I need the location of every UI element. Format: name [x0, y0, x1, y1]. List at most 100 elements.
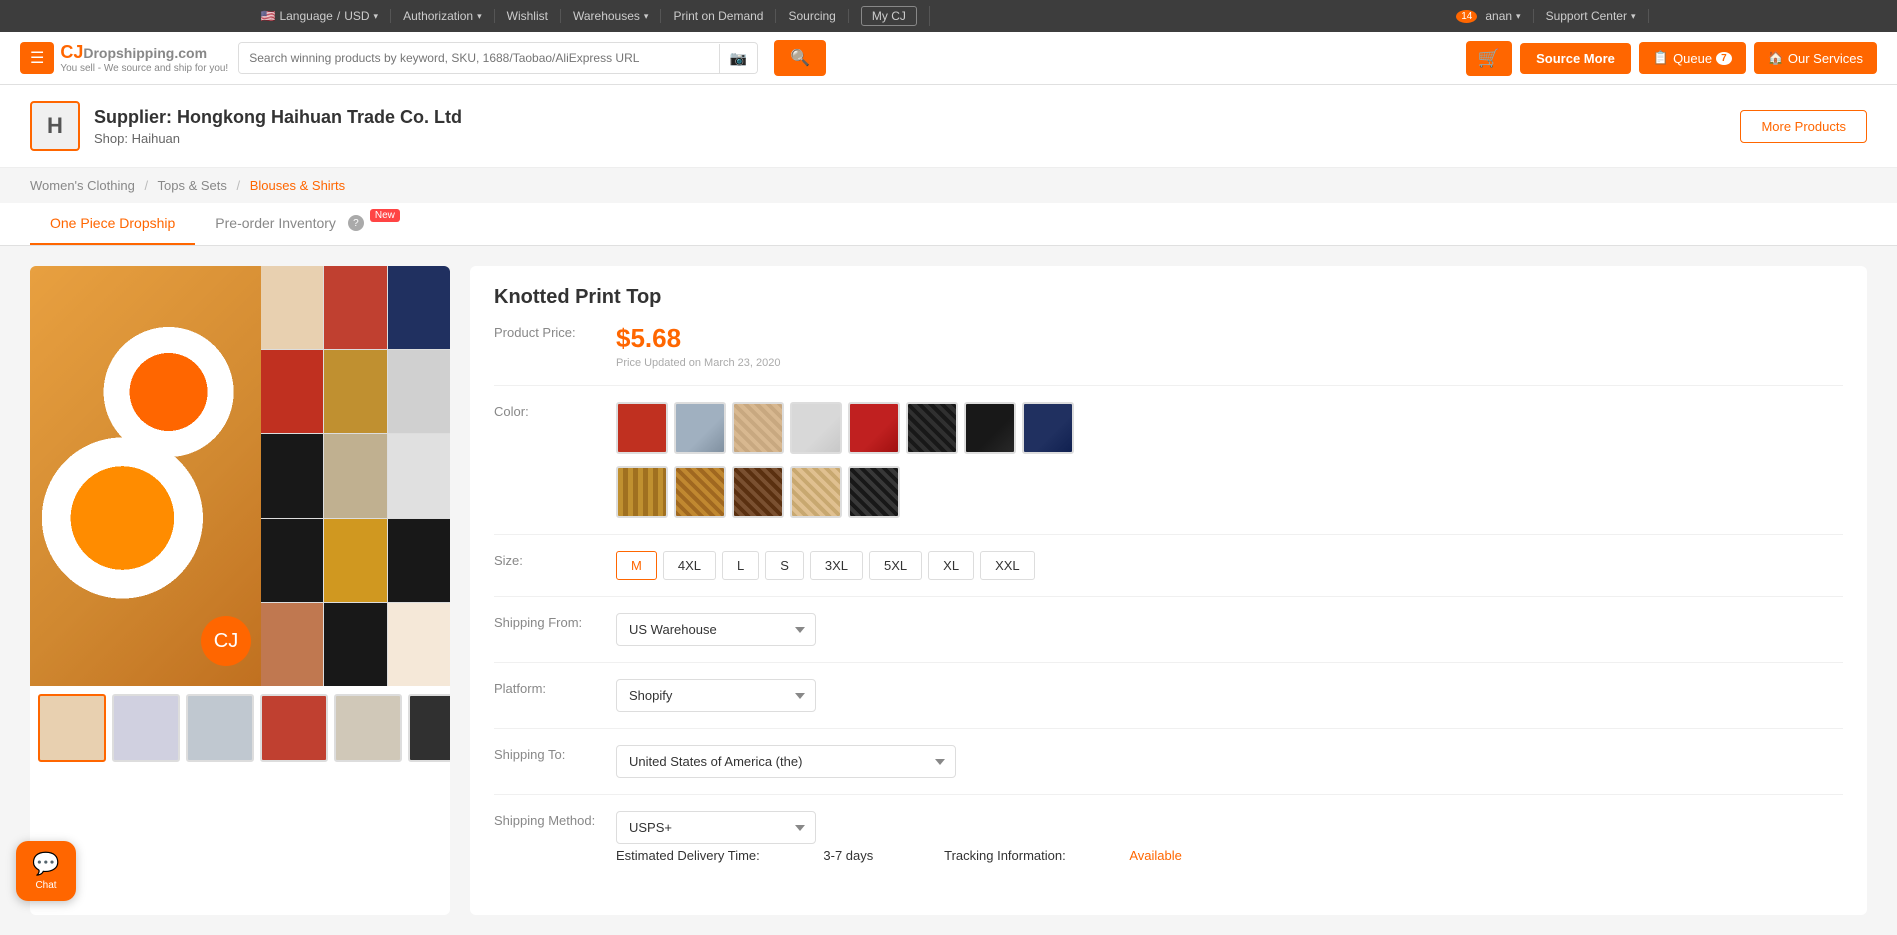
- size-btn-3XL[interactable]: 3XL: [810, 551, 863, 580]
- main-content: CJ: [0, 246, 1897, 935]
- shipping-from-value: US Warehouse CN Warehouse: [616, 613, 1843, 646]
- shipping-from-row: Shipping From: US Warehouse CN Warehouse: [494, 613, 1843, 663]
- color-value: [616, 402, 1843, 518]
- size-btn-S[interactable]: S: [765, 551, 804, 580]
- more-products-button[interactable]: More Products: [1740, 110, 1867, 143]
- shipping-method-row: Shipping Method: USPS+ ePacket CJPacket …: [494, 811, 1843, 879]
- camera-search-button[interactable]: 📷: [719, 44, 757, 73]
- mycj-button[interactable]: My CJ: [849, 6, 930, 26]
- tab-pre-order-inventory[interactable]: Pre-order Inventory New ?: [195, 203, 396, 245]
- print-on-demand-link[interactable]: Print on Demand: [661, 9, 776, 23]
- shipping-from-select[interactable]: US Warehouse CN Warehouse: [616, 613, 816, 646]
- main-product-image: CJ: [30, 266, 450, 686]
- tracking-label: Tracking Information:: [944, 848, 1066, 863]
- warehouses-label: Warehouses: [573, 9, 640, 23]
- size-btn-M[interactable]: M: [616, 551, 657, 580]
- language-selector[interactable]: 🇺🇸 Language / USD ▾: [249, 9, 392, 23]
- breadcrumb-separator: /: [144, 178, 148, 193]
- help-icon[interactable]: ?: [348, 215, 364, 231]
- product-grid-thumbs: [261, 266, 450, 686]
- color-swatch-11[interactable]: [732, 466, 784, 518]
- grid-thumb: [261, 434, 323, 517]
- thumbnail-6[interactable]: [408, 694, 450, 762]
- color-swatch-2[interactable]: [674, 402, 726, 454]
- search-button[interactable]: 🔍: [774, 40, 826, 76]
- search-bar: 📷: [238, 42, 758, 74]
- thumbnail-3[interactable]: [186, 694, 254, 762]
- tab-one-piece-dropship[interactable]: One Piece Dropship: [30, 203, 195, 245]
- source-more-button[interactable]: Source More: [1520, 43, 1631, 74]
- size-btn-5XL[interactable]: 5XL: [869, 551, 922, 580]
- breadcrumb: Women's Clothing / Tops & Sets / Blouses…: [0, 168, 1897, 203]
- color-swatch-9[interactable]: [616, 466, 668, 518]
- size-btn-4XL[interactable]: 4XL: [663, 551, 716, 580]
- color-swatch-8[interactable]: [1022, 402, 1074, 454]
- services-icon: 🏠: [1768, 50, 1784, 66]
- supplier-shop: Shop: Haihuan: [94, 131, 462, 146]
- size-row: Size: M 4XL L S 3XL 5XL XL XXL: [494, 551, 1843, 597]
- support-center-label: Support Center: [1546, 9, 1627, 23]
- chevron-down-icon: ▾: [644, 11, 649, 22]
- color-swatch-7[interactable]: [964, 402, 1016, 454]
- breadcrumb-item-womens-clothing[interactable]: Women's Clothing: [30, 178, 135, 193]
- logo-cj: CJ: [60, 42, 83, 62]
- search-input[interactable]: [239, 43, 719, 73]
- chevron-down-icon: ▾: [374, 11, 379, 22]
- color-swatch-6[interactable]: [906, 402, 958, 454]
- chat-widget[interactable]: 💬 Chat: [16, 841, 76, 901]
- product-tabs: One Piece Dropship Pre-order Inventory N…: [0, 203, 1897, 246]
- color-swatch-13[interactable]: [848, 466, 900, 518]
- color-swatch-3[interactable]: [732, 402, 784, 454]
- authorization-menu[interactable]: Authorization ▾: [391, 9, 495, 23]
- grid-thumb: [261, 350, 323, 433]
- our-services-button[interactable]: 🏠 Our Services: [1754, 42, 1877, 74]
- thumbnail-2[interactable]: [112, 694, 180, 762]
- color-swatch-1[interactable]: [616, 402, 668, 454]
- header-actions: 🛒 Source More 📋 Queue 7 🏠 Our Services: [1466, 41, 1877, 76]
- color-row: Color:: [494, 402, 1843, 535]
- size-btn-L[interactable]: L: [722, 551, 759, 580]
- logo-text: CJDropshipping.com: [60, 42, 207, 62]
- grid-thumb: [261, 266, 323, 349]
- color-swatch-5[interactable]: [848, 402, 900, 454]
- queue-label: Queue: [1673, 51, 1712, 66]
- notifications[interactable]: 14 anan ▾: [1444, 9, 1533, 23]
- size-value: M 4XL L S 3XL 5XL XL XXL: [616, 551, 1843, 580]
- shipping-method-value: USPS+ ePacket CJPacket Estimated Deliver…: [616, 811, 1843, 863]
- platform-select[interactable]: Shopify WooCommerce eBay: [616, 679, 816, 712]
- color-swatch-4[interactable]: [790, 402, 842, 454]
- tab-label: Pre-order Inventory: [215, 215, 336, 231]
- supplier-text: Supplier: Hongkong Haihuan Trade Co. Ltd…: [94, 107, 462, 146]
- thumbnail-5[interactable]: [334, 694, 402, 762]
- breadcrumb-item-tops-sets[interactable]: Tops & Sets: [158, 178, 227, 193]
- grid-thumb: [388, 603, 450, 686]
- size-btn-XXL[interactable]: XXL: [980, 551, 1035, 580]
- wishlist-link[interactable]: Wishlist: [495, 9, 561, 23]
- size-btn-XL[interactable]: XL: [928, 551, 974, 580]
- color-swatch-12[interactable]: [790, 466, 842, 518]
- warehouses-menu[interactable]: Warehouses ▾: [561, 9, 661, 23]
- cart-button[interactable]: 🛒: [1466, 41, 1512, 76]
- wishlist-label: Wishlist: [507, 9, 548, 23]
- tab-label: One Piece Dropship: [50, 215, 175, 231]
- chevron-down-icon: ▾: [477, 11, 482, 22]
- main-model-image: CJ: [30, 266, 261, 686]
- hamburger-menu-button[interactable]: ☰: [20, 42, 54, 74]
- shipping-to-select[interactable]: United States of America (the) United Ki…: [616, 745, 956, 778]
- thumbnail-4[interactable]: [260, 694, 328, 762]
- delivery-time-value: 3-7 days: [823, 848, 873, 863]
- grid-thumb: [388, 519, 450, 602]
- sourcing-link[interactable]: Sourcing: [776, 9, 848, 23]
- chevron-down-icon: ▾: [1631, 11, 1636, 22]
- support-center-link[interactable]: Support Center ▾: [1534, 9, 1649, 23]
- logo-area: ☰ CJDropshipping.com You sell - We sourc…: [20, 42, 228, 75]
- queue-button[interactable]: 📋 Queue 7: [1639, 42, 1746, 74]
- mycj-btn[interactable]: My CJ: [861, 6, 917, 26]
- shipping-method-select[interactable]: USPS+ ePacket CJPacket: [616, 811, 816, 844]
- shipping-to-label: Shipping To:: [494, 745, 604, 762]
- price-value-area: $5.68 Price Updated on March 23, 2020: [616, 323, 1843, 369]
- user-name: anan: [1485, 9, 1512, 23]
- color-swatch-10[interactable]: [674, 466, 726, 518]
- price-updated: Price Updated on March 23, 2020: [616, 357, 1843, 369]
- thumbnail-1[interactable]: [38, 694, 106, 762]
